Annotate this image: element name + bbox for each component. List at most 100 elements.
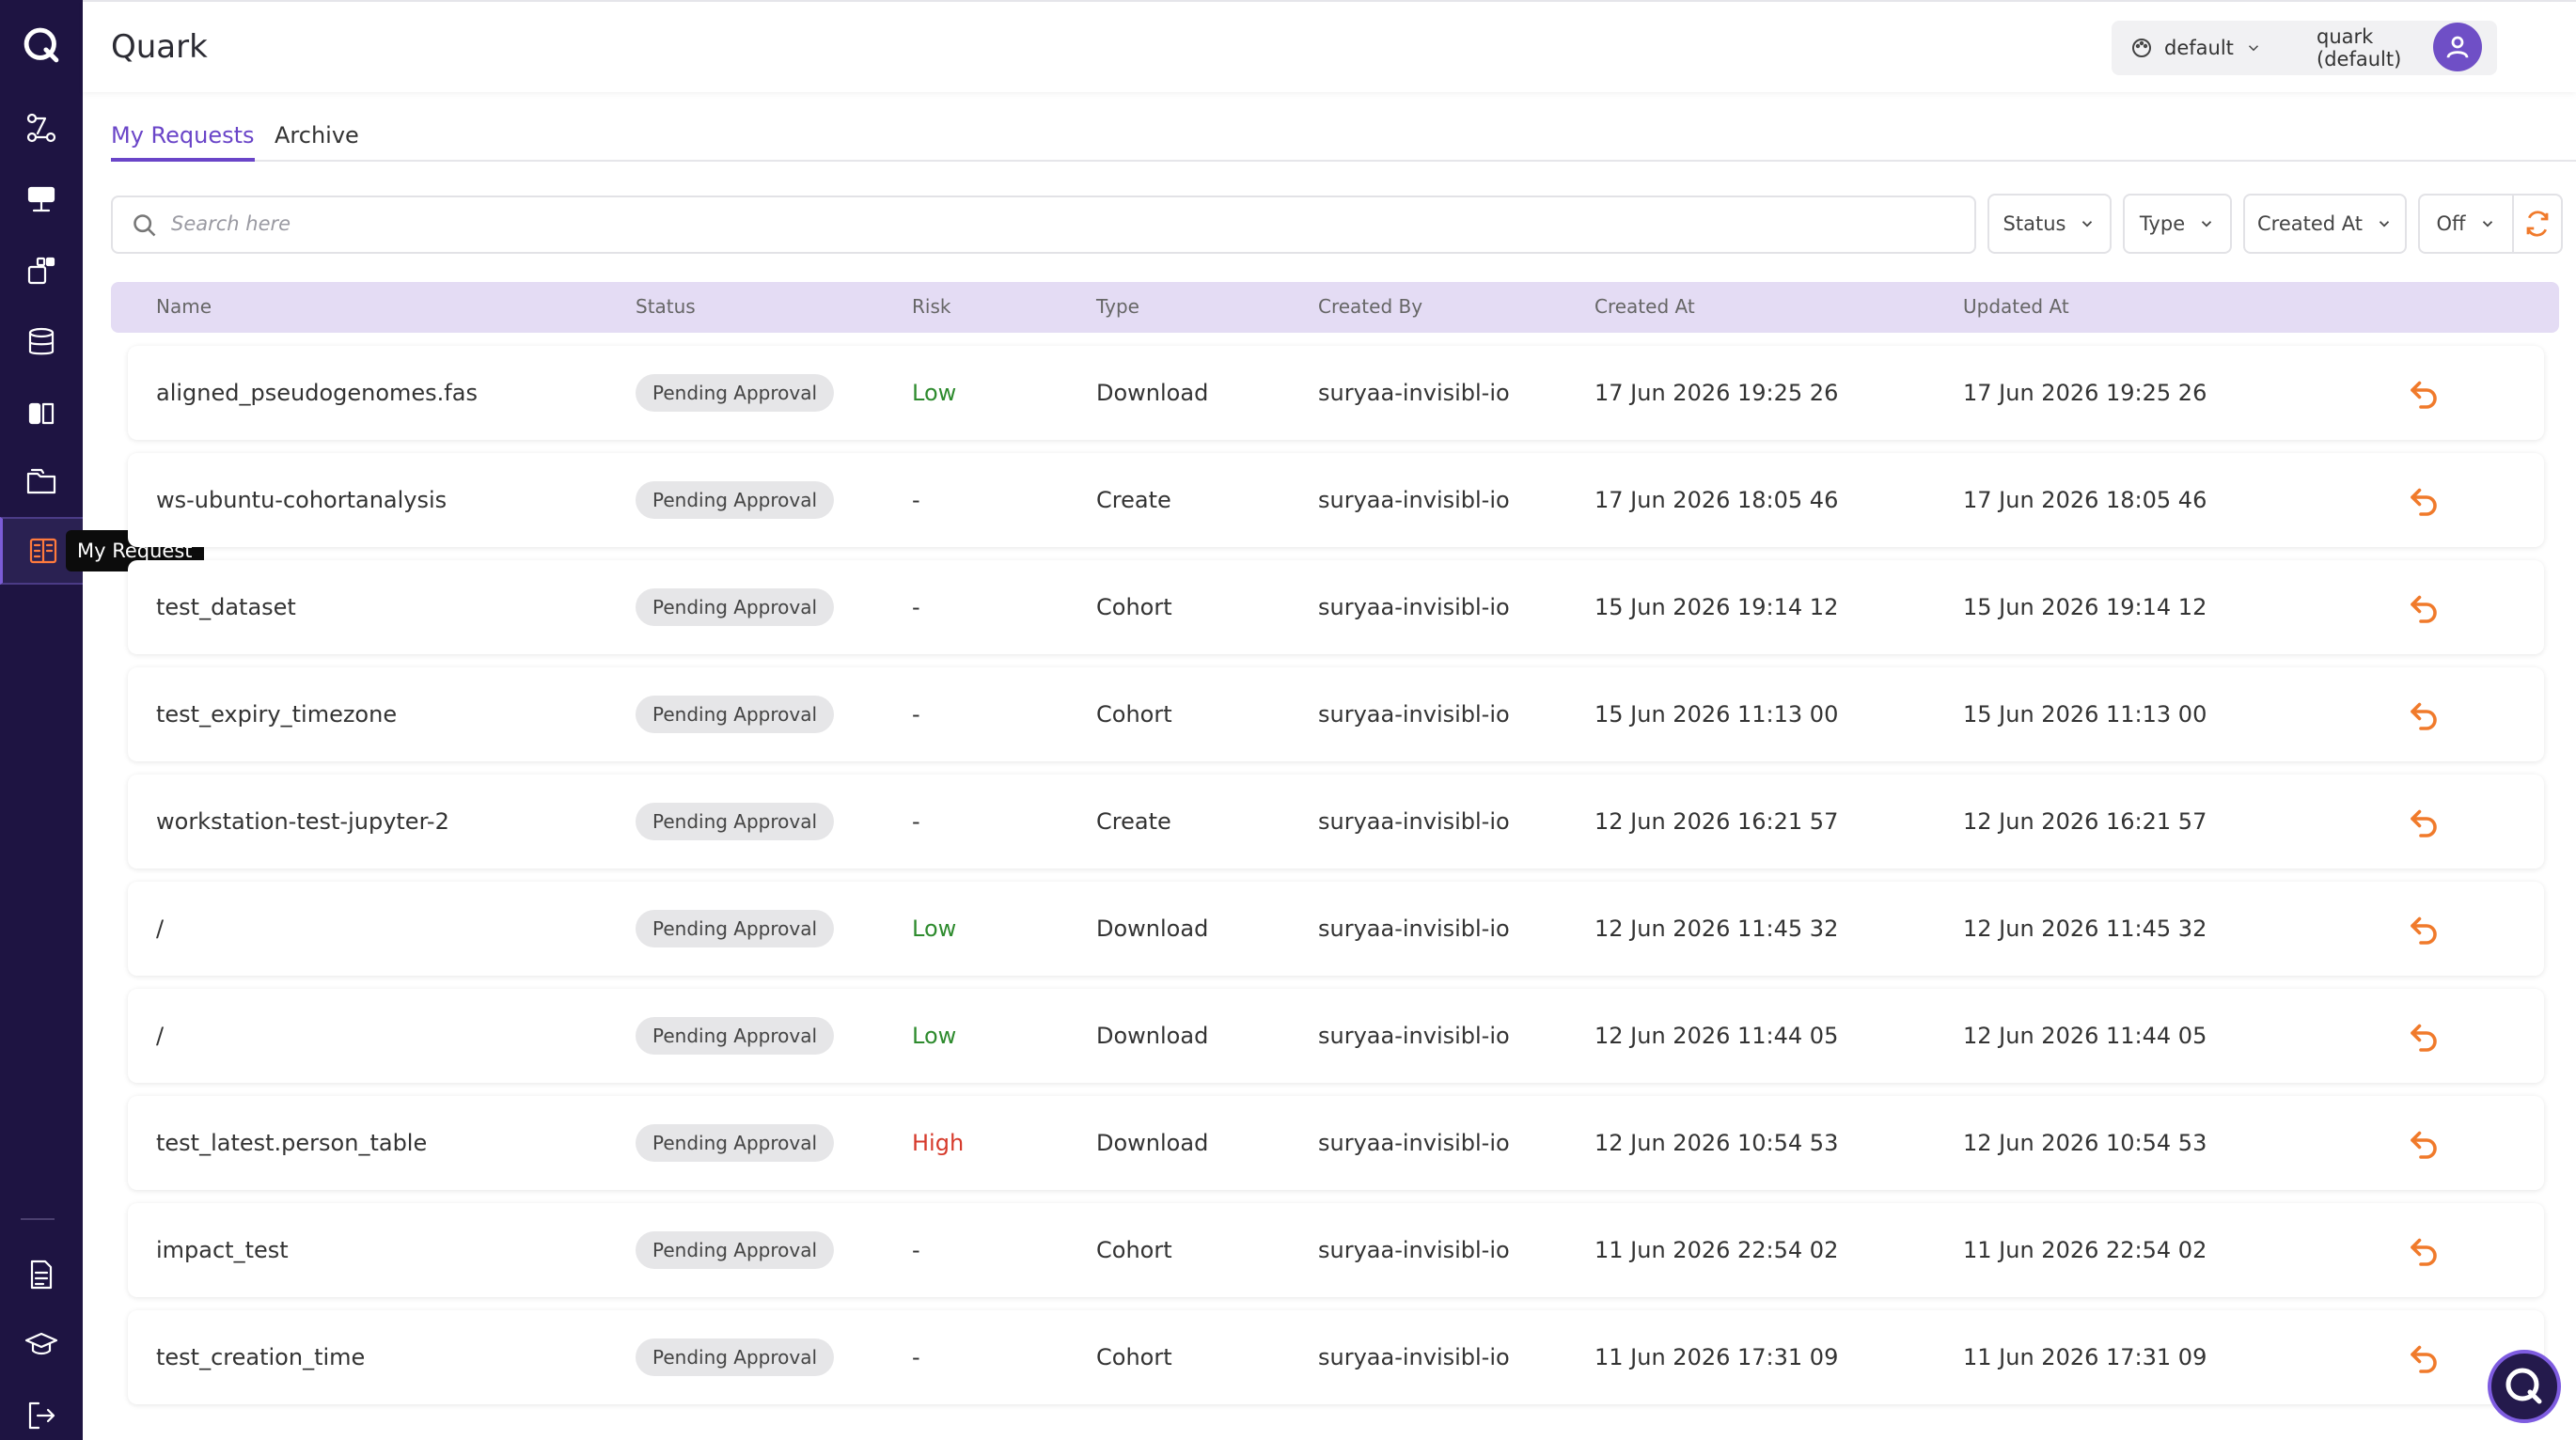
refresh-icon [2526,211,2549,237]
user-icon [2446,36,2469,58]
withdraw-request-button[interactable] [2407,590,2441,624]
refresh-button[interactable] [2512,194,2563,254]
status-filter[interactable]: Status [1987,194,2112,254]
row-name: / [156,1023,165,1049]
row-created-by: suryaa-invisibl-io [1318,808,1510,835]
row-type: Download [1096,1130,1209,1156]
auto-refresh-toggle[interactable]: Off [2418,194,2514,254]
column-header-status[interactable]: Status [636,295,696,318]
table-row[interactable]: workstation-test-jupyter-2 - Create suryaa-… [128,775,2544,869]
cohort-icon[interactable] [0,385,83,442]
row-type: Cohort [1096,594,1172,620]
table-row[interactable]: test_expiry_timezone - Cohort suryaa-invisi… [128,667,2544,761]
row-updated-at: 11 Jun 2026 17:31 09 [1963,1344,2207,1370]
graduation-cap-icon[interactable] [0,1316,83,1372]
help-chat-button[interactable] [2488,1350,2561,1423]
table-row[interactable]: / Low Download suryaa-invisibl-io 12 Jun 202… [128,882,2544,976]
search-input[interactable]: Search here [111,196,1976,254]
table-header: Name Status Risk Type Created By Created… [111,282,2559,333]
row-created-by: suryaa-invisibl-io [1318,1130,1510,1156]
row-updated-at: 17 Jun 2026 18:05 46 [1963,487,2207,513]
row-risk: - [912,1237,920,1263]
undo-icon [2411,1131,2437,1159]
workstation-icon[interactable] [0,171,83,227]
withdraw-request-button[interactable] [2407,697,2441,731]
column-header-created-at[interactable]: Created At [1594,295,1695,318]
row-created-by: suryaa-invisibl-io [1318,594,1510,620]
document-icon[interactable] [0,1246,83,1303]
row-created-at: 12 Jun 2026 11:44 05 [1594,1023,1839,1049]
auto-refresh-label: Off [2436,212,2466,235]
undo-icon [2411,381,2437,409]
created-at-filter[interactable]: Created At [2243,194,2407,254]
palette-icon [2132,39,2151,57]
column-header-created-by[interactable]: Created By [1318,295,1422,318]
status-badge: Pending Approval [636,481,835,519]
row-created-at: 15 Jun 2026 19:14 12 [1594,594,1839,620]
status-badge: Pending Approval [636,1231,835,1269]
theme-label: default [2164,37,2234,59]
sidebar-divider [21,1218,55,1220]
type-filter-label: Type [2139,212,2186,235]
row-created-by: suryaa-invisibl-io [1318,701,1510,728]
row-updated-at: 17 Jun 2026 19:25 26 [1963,380,2207,406]
withdraw-request-button[interactable] [2407,483,2441,517]
logo-q-icon[interactable] [0,17,83,73]
table-row[interactable]: aligned_pseudogenomes.fas Low Download sury… [128,346,2544,440]
row-created-by: suryaa-invisibl-io [1318,1237,1510,1263]
table-row[interactable]: impact_test - Cohort suryaa-invisibl-io 11 J… [128,1203,2544,1297]
theme-selector[interactable]: default [2112,21,2320,75]
withdraw-request-button[interactable] [2407,805,2441,838]
row-name: test_expiry_timezone [156,701,398,728]
row-name: workstation-test-jupyter-2 [156,808,449,835]
withdraw-request-button[interactable] [2407,1126,2441,1160]
table-row[interactable]: test_creation_time - Cohort suryaa-invisibl… [128,1310,2544,1404]
withdraw-request-button[interactable] [2407,1019,2441,1053]
column-header-name[interactable]: Name [156,295,212,318]
row-updated-at: 15 Jun 2026 19:14 12 [1963,594,2207,620]
row-risk: - [912,487,920,513]
sidebar: My Request [0,0,204,1440]
row-created-by: suryaa-invisibl-io [1318,380,1510,406]
status-badge: Pending Approval [636,910,835,947]
status-badge: Pending Approval [636,374,835,412]
row-risk: Low [912,916,957,942]
table-row[interactable]: / Low Download suryaa-invisibl-io 12 Jun 202… [128,989,2544,1083]
database-icon[interactable] [0,314,83,370]
workspace-label: quark (default) [2317,25,2402,70]
row-name: impact_test [156,1237,289,1263]
withdraw-request-button[interactable] [2407,1233,2441,1267]
chevron-down-icon [2201,221,2212,227]
withdraw-request-button[interactable] [2407,1340,2441,1374]
column-header-risk[interactable]: Risk [912,295,950,318]
table-row[interactable]: test_latest.person_table High Download sury… [128,1096,2544,1190]
row-updated-at: 12 Jun 2026 16:21 57 [1963,808,2207,835]
tab-archive[interactable]: Archive [275,122,359,158]
row-type: Create [1096,487,1171,513]
withdraw-request-button[interactable] [2407,376,2441,410]
type-filter[interactable]: Type [2123,194,2232,254]
undo-icon [2411,702,2437,730]
workflow-icon[interactable] [0,100,83,156]
row-type: Create [1096,808,1171,835]
row-name: ws-ubuntu-cohortanalysis [156,487,448,513]
row-created-at: 11 Jun 2026 22:54 02 [1594,1237,1839,1263]
created-at-filter-label: Created At [2256,212,2363,235]
logout-icon[interactable] [0,1387,83,1440]
table-row[interactable]: test_dataset - Cohort suryaa-invisibl-io 15 … [128,560,2544,654]
row-risk: High [912,1130,965,1156]
row-risk: - [912,808,920,835]
column-header-updated-at[interactable]: Updated At [1963,295,2069,318]
tab-my-requests[interactable]: My Requests [111,122,255,162]
table-row[interactable]: ws-ubuntu-cohortanalysis - Create suryaa-in… [128,453,2544,547]
avatar[interactable] [2433,23,2482,71]
folder-icon[interactable] [0,453,83,509]
row-created-at: 15 Jun 2026 11:13 00 [1594,701,1839,728]
row-name: test_latest.person_table [156,1130,428,1156]
row-risk: Low [912,1023,957,1049]
chevron-down-icon [2248,45,2258,52]
column-header-type[interactable]: Type [1096,295,1139,318]
chevron-down-icon [2482,221,2492,227]
apps-icon[interactable] [0,243,83,299]
withdraw-request-button[interactable] [2407,912,2441,946]
